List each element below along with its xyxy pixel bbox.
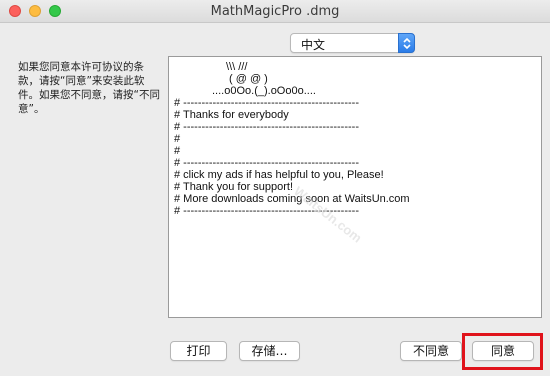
license-line: # --------------------------------------… (174, 97, 360, 109)
agreement-instructions: 如果您同意本许可协议的条款，请按“同意”来安装此软件。如果您不同意，请按“不同意… (18, 61, 160, 115)
license-text-area[interactable]: \\\ ///( @ @ ) ....o0Oo.(_).oOo0o.... # --… (168, 56, 542, 318)
save-button[interactable]: 存储… (239, 341, 300, 361)
language-select-value: 中文 (301, 38, 326, 52)
window-title: MathMagicPro .dmg (210, 4, 340, 19)
license-line: # --------------------------------------… (174, 157, 360, 169)
license-line: \\\ /// (226, 61, 248, 73)
license-line: # (174, 133, 181, 145)
print-button[interactable]: 打印 (170, 341, 227, 361)
disagree-button[interactable]: 不同意 (400, 341, 462, 361)
agree-button-highlight (462, 333, 543, 370)
license-line: ( @ @ ) (229, 73, 268, 85)
chevron-up-down-icon (398, 33, 415, 53)
license-line: ....o0Oo.(_).oOo0o.... (212, 85, 316, 97)
license-line: # (174, 145, 181, 157)
language-select[interactable]: 中文 (290, 33, 415, 53)
license-line: # Thank you for support! (174, 181, 294, 193)
title-bar[interactable]: MathMagicPro .dmg (0, 0, 550, 23)
license-agreement-window: MathMagicPro .dmg 中文 如果您同意本许可协议的条款，请按“同意… (0, 0, 550, 376)
license-line: # Thanks for everybody (174, 109, 289, 121)
license-line: # --------------------------------------… (174, 121, 360, 133)
license-line: # click my ads if has helpful to you, Pl… (174, 169, 384, 181)
